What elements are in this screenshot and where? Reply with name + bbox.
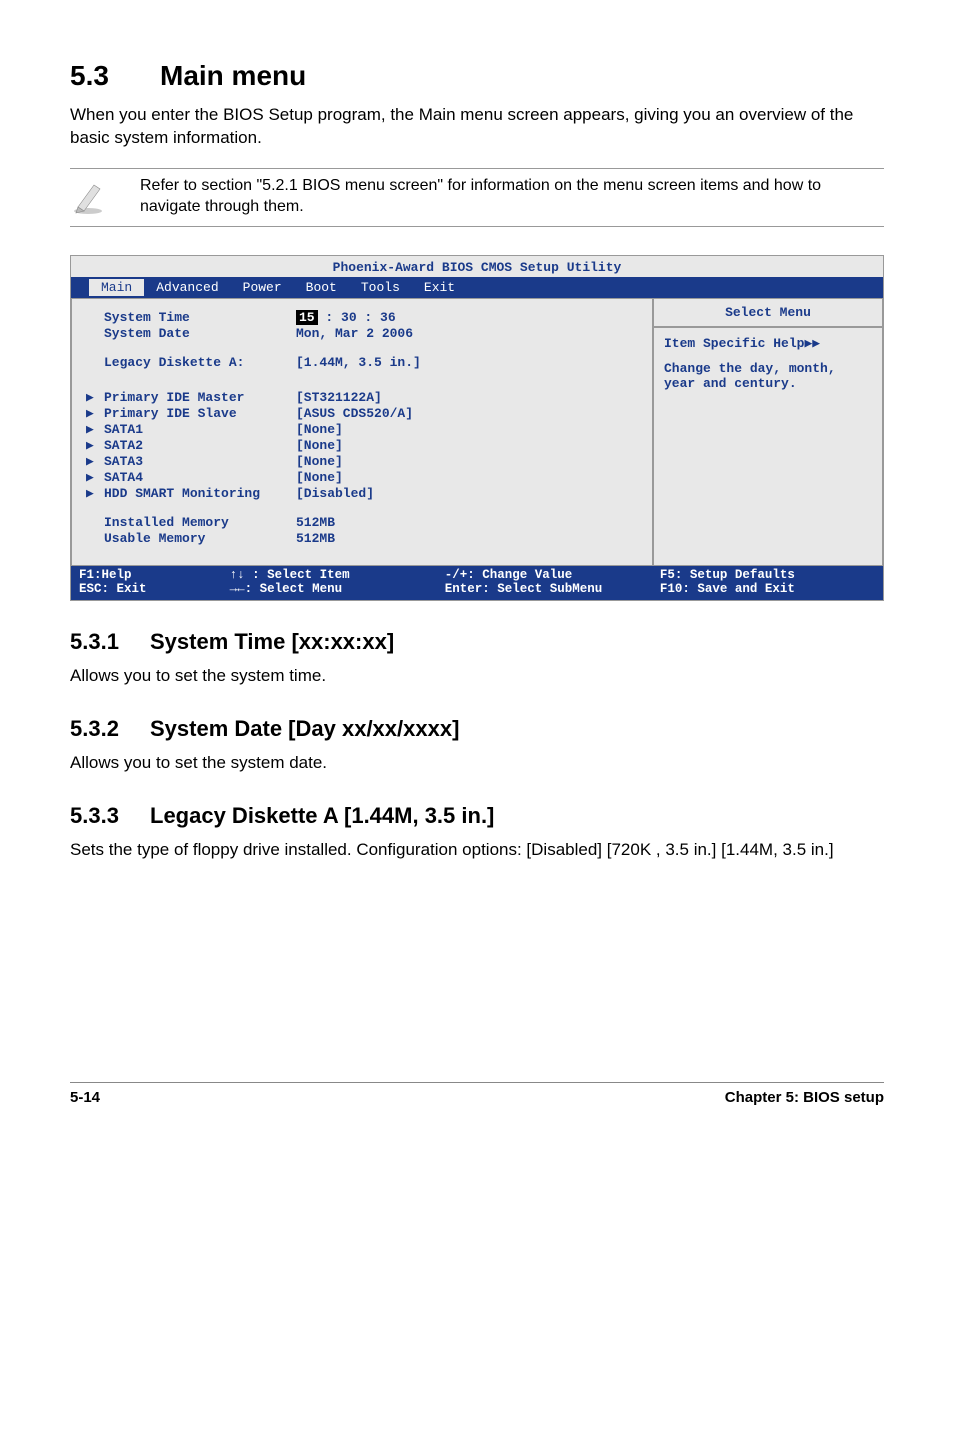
- key-change-value: -/+: Change Value: [445, 568, 660, 582]
- key-setup-defaults: F5: Setup Defaults: [660, 568, 875, 582]
- row-usable-memory: Usable Memory 512MB: [86, 531, 638, 546]
- bios-screen: Phoenix-Award BIOS CMOS Setup Utility Ma…: [70, 255, 884, 601]
- row-sata2[interactable]: ▶SATA2 [None]: [86, 438, 638, 453]
- key-exit: ESC: Exit: [79, 582, 230, 596]
- intro-text: When you enter the BIOS Setup program, t…: [70, 104, 884, 150]
- submenu-arrow-icon: ▶: [86, 438, 104, 453]
- help-title: Select Menu: [653, 298, 883, 327]
- row-hdd-smart[interactable]: ▶HDD SMART Monitoring [Disabled]: [86, 486, 638, 501]
- tab-main[interactable]: Main: [89, 279, 144, 296]
- row-installed-memory: Installed Memory 512MB: [86, 515, 638, 530]
- section-532-heading: 5.3.2System Date [Day xx/xx/xxxx]: [70, 716, 884, 742]
- submenu-arrow-icon: ▶: [86, 406, 104, 421]
- time-hh-selected[interactable]: 15: [296, 310, 318, 325]
- submenu-arrow-icon: ▶: [86, 470, 104, 485]
- row-sata4[interactable]: ▶SATA4 [None]: [86, 470, 638, 485]
- help-body: Item Specific Help▶▶ Change the day, mon…: [653, 327, 883, 566]
- tab-advanced[interactable]: Advanced: [144, 279, 230, 296]
- heading-title: Main menu: [160, 60, 306, 91]
- page-heading: 5.3Main menu: [70, 60, 884, 92]
- tab-exit[interactable]: Exit: [412, 279, 467, 296]
- key-select-submenu: Enter: Select SubMenu: [445, 582, 660, 596]
- bios-menubar[interactable]: Main Advanced Power Boot Tools Exit: [71, 277, 883, 298]
- note-text: Refer to section "5.2.1 BIOS menu screen…: [110, 175, 884, 218]
- row-sata3[interactable]: ▶SATA3 [None]: [86, 454, 638, 469]
- key-save-exit: F10: Save and Exit: [660, 582, 875, 596]
- key-help: F1:Help: [79, 568, 230, 582]
- section-531-text: Allows you to set the system time.: [70, 665, 884, 688]
- submenu-arrow-icon: ▶: [86, 390, 104, 405]
- tab-tools[interactable]: Tools: [349, 279, 412, 296]
- tab-power[interactable]: Power: [231, 279, 294, 296]
- row-primary-ide-master[interactable]: ▶Primary IDE Master [ST321122A]: [86, 390, 638, 405]
- section-531-heading: 5.3.1System Time [xx:xx:xx]: [70, 629, 884, 655]
- section-533-text: Sets the type of floppy drive installed.…: [70, 839, 884, 862]
- double-arrow-icon: ▶▶: [804, 336, 820, 351]
- bios-body: System Time 15 : 30 : 36 System Date Mon…: [71, 298, 883, 566]
- tab-boot[interactable]: Boot: [294, 279, 349, 296]
- bios-help-panel: Select Menu Item Specific Help▶▶ Change …: [653, 298, 883, 566]
- row-primary-ide-slave[interactable]: ▶Primary IDE Slave [ASUS CDS520/A]: [86, 406, 638, 421]
- section-533-heading: 5.3.3Legacy Diskette A [1.44M, 3.5 in.]: [70, 803, 884, 829]
- bios-main-panel: System Time 15 : 30 : 36 System Date Mon…: [71, 298, 653, 566]
- page-number: 5-14: [70, 1089, 100, 1106]
- key-select-item: ↑↓ : Select Item: [230, 568, 445, 582]
- submenu-arrow-icon: ▶: [86, 422, 104, 437]
- row-system-time[interactable]: System Time 15 : 30 : 36: [86, 310, 638, 325]
- row-sata1[interactable]: ▶SATA1 [None]: [86, 422, 638, 437]
- chapter-label: Chapter 5: BIOS setup: [725, 1089, 884, 1106]
- note-box: Refer to section "5.2.1 BIOS menu screen…: [70, 168, 884, 227]
- bios-title: Phoenix-Award BIOS CMOS Setup Utility: [71, 256, 883, 277]
- row-legacy-diskette[interactable]: Legacy Diskette A: [1.44M, 3.5 in.]: [86, 355, 638, 370]
- submenu-arrow-icon: ▶: [86, 454, 104, 469]
- section-532-text: Allows you to set the system date.: [70, 752, 884, 775]
- page-footer: 5-14 Chapter 5: BIOS setup: [70, 1082, 884, 1106]
- bios-footer: F1:Help ESC: Exit ↑↓ : Select Item →←: S…: [71, 566, 883, 600]
- pencil-icon: [70, 175, 110, 220]
- key-select-menu: →←: Select Menu: [230, 582, 445, 596]
- row-system-date[interactable]: System Date Mon, Mar 2 2006: [86, 326, 638, 341]
- heading-num: 5.3: [70, 60, 160, 92]
- submenu-arrow-icon: ▶: [86, 486, 104, 501]
